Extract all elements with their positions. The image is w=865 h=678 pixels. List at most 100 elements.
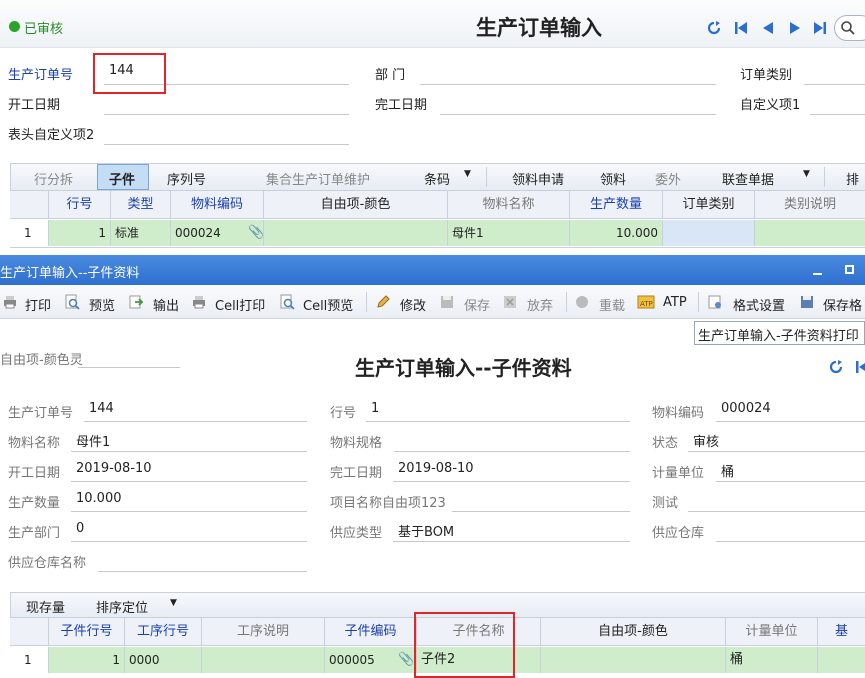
print-button[interactable]: 打印 (25, 295, 51, 314)
mat-name-label: 物料名称 (8, 436, 61, 451)
format-settings-icon (708, 295, 721, 309)
custom1-field[interactable] (810, 114, 865, 115)
edit-button[interactable]: 修改 (400, 295, 426, 314)
first-record-icon[interactable] (854, 359, 865, 375)
state-field[interactable]: 审核 (693, 431, 719, 450)
refresh-icon[interactable] (706, 20, 722, 36)
col-free-color[interactable]: 自由项-颜色 (263, 191, 447, 219)
dialog-title: 生产订单输入--子件资料 (0, 266, 140, 281)
reload-button[interactable]: 重载 (599, 295, 625, 314)
col-unit[interactable]: 计量单位 (725, 618, 817, 646)
order-type-field[interactable] (804, 84, 865, 85)
supply-wh-name-field[interactable] (98, 571, 307, 572)
start-date-field[interactable] (104, 114, 349, 115)
start-date-field[interactable]: 2019-08-10 (76, 461, 152, 476)
header-custom2-label: 表头自定义项2 (8, 128, 95, 143)
col-cat-desc[interactable]: 类别说明 (754, 191, 865, 219)
dept-field[interactable]: 0 (76, 521, 84, 536)
free-color-field[interactable] (78, 367, 180, 368)
last-record-icon[interactable] (812, 20, 828, 36)
attachment-icon[interactable]: 📎 (398, 652, 414, 667)
table-row[interactable]: 1 1 标准 000024 📎 母件1 10.000 (10, 220, 865, 248)
cell-preview-icon (280, 294, 295, 310)
col-order-cat[interactable]: 订单类别 (662, 191, 754, 219)
col-qty[interactable]: 生产数量 (569, 191, 662, 219)
material-pick-button[interactable]: 领料 (600, 169, 626, 188)
preview-icon (65, 294, 80, 310)
dept-label: 生产部门 (8, 526, 61, 541)
main-window: 已审核 生产订单输入 生产订单号 144 部 门 订单类别 开工日期 完工日期 … (0, 0, 865, 255)
mat-name-field[interactable]: 母件1 (76, 431, 110, 450)
cell-print-icon (193, 296, 205, 309)
custom1-label: 自定义项1 (740, 98, 801, 113)
export-button[interactable]: 输出 (153, 295, 179, 314)
test-field[interactable] (688, 511, 865, 512)
split-row-button[interactable]: 行分拆 (34, 169, 73, 188)
link-doc-button[interactable]: 联查单据 (722, 169, 774, 188)
col-proc-line[interactable]: 工序行号 (124, 618, 201, 646)
print-template-select[interactable]: 生产订单输入-子件资料打印 (694, 321, 865, 345)
mat-code-field[interactable]: 000024 (721, 401, 771, 416)
preview-button[interactable]: 预览 (89, 295, 115, 314)
maintain-button[interactable]: 集合生产订单维护 (266, 169, 370, 188)
first-record-icon[interactable] (733, 20, 749, 36)
line-no-field[interactable]: 1 (371, 401, 379, 416)
end-date-field[interactable] (440, 114, 716, 115)
mat-spec-field[interactable] (394, 451, 630, 452)
format-settings-button[interactable]: 格式设置 (733, 295, 785, 314)
status-badge: 已审核 (24, 22, 64, 37)
serial-button[interactable]: 序列号 (167, 169, 206, 188)
attachment-icon[interactable]: 📎 (248, 225, 264, 240)
minimize-icon[interactable] (813, 273, 822, 275)
sort-dropdown-icon[interactable]: ▼ (170, 598, 177, 608)
mat-spec-label: 物料规格 (330, 436, 383, 451)
end-date-field[interactable]: 2019-08-10 (398, 461, 474, 476)
qty-field[interactable]: 10.000 (76, 491, 122, 506)
qty-label: 生产数量 (8, 496, 61, 511)
barcode-button[interactable]: 条码 (424, 169, 450, 188)
col-code[interactable]: 物料编码 (170, 191, 263, 219)
unit-field[interactable]: 桶 (721, 461, 734, 480)
next-record-icon[interactable] (787, 20, 803, 36)
cell-print-button[interactable]: Cell打印 (215, 295, 265, 314)
col-name[interactable]: 物料名称 (447, 191, 569, 219)
col-free-color[interactable]: 自由项-颜色 (540, 618, 725, 646)
supply-wh-field[interactable] (716, 541, 865, 542)
col-proc-desc[interactable]: 工序说明 (201, 618, 324, 646)
sort-locate-button[interactable]: 排序定位 (96, 597, 148, 616)
order-no-field[interactable]: 144 (89, 401, 114, 416)
search-icon (841, 21, 855, 35)
refresh-icon[interactable] (828, 359, 844, 375)
save-format-button[interactable]: 保存格 (823, 295, 862, 314)
save-icon (441, 296, 453, 308)
prev-record-icon[interactable] (760, 20, 776, 36)
supply-type-field[interactable]: 基于BOM (398, 521, 454, 540)
free-color-label: 自由项-颜色灵 (0, 353, 83, 368)
dept-field[interactable] (420, 84, 716, 85)
material-request-button[interactable]: 领料申请 (512, 169, 564, 188)
main-grid-header: 行号 类型 物料编码 自由项-颜色 物料名称 生产数量 订单类别 类别说明 (10, 191, 865, 219)
header-custom2-field[interactable] (104, 144, 349, 145)
col-line[interactable]: 行号 (48, 191, 110, 219)
col-child-code[interactable]: 子件编码 (324, 618, 416, 646)
cell-preview-button[interactable]: Cell预览 (303, 295, 353, 314)
col-child-line[interactable]: 子件行号 (48, 618, 124, 646)
outsource-button[interactable]: 委外 (655, 169, 681, 188)
status-dot-icon (9, 21, 20, 32)
unit-label: 计量单位 (652, 466, 705, 481)
more-button[interactable]: 排 (846, 169, 859, 188)
project-label: 项目名称自由项123 (330, 496, 446, 511)
maximize-icon[interactable] (845, 265, 854, 274)
discard-button[interactable]: 放弃 (527, 295, 553, 314)
project-field[interactable] (452, 511, 630, 512)
link-doc-dropdown-icon[interactable]: ▼ (803, 169, 810, 179)
col-more[interactable]: 基 (817, 618, 865, 646)
child-button[interactable]: 子件 (109, 169, 135, 188)
col-type[interactable]: 类型 (110, 191, 170, 219)
stock-button[interactable]: 现存量 (26, 597, 65, 616)
dept-label: 部 门 (375, 68, 406, 83)
barcode-dropdown-icon[interactable]: ▼ (464, 169, 471, 179)
atp-button[interactable]: ATP (663, 295, 687, 310)
save-button[interactable]: 保存 (464, 295, 490, 314)
atp-icon: ATP (637, 295, 655, 309)
